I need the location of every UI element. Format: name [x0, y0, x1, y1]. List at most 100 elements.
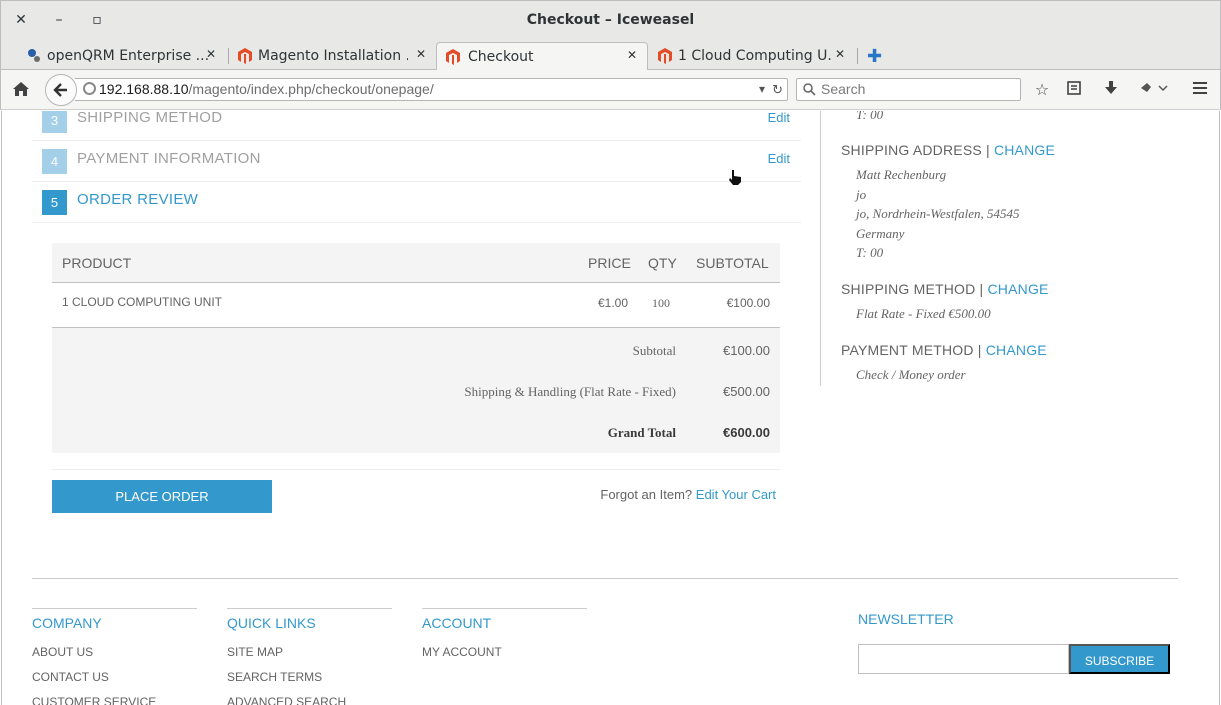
- grand-total-label: Grand Total: [607, 425, 676, 440]
- address-line: jo: [856, 187, 867, 202]
- tab-cloud-computing[interactable]: 1 Cloud Computing U... ✕: [649, 42, 855, 70]
- edit-shipping-method-link[interactable]: Edit: [768, 111, 790, 125]
- section-label: SHIPPING METHOD |: [841, 281, 984, 297]
- forgot-item-text: Forgot an Item? Edit Your Cart: [600, 487, 776, 502]
- column-header-price: PRICE: [588, 255, 631, 271]
- window-title: Checkout – Iceweasel: [526, 12, 695, 28]
- footer-account-title: ACCOUNT: [422, 615, 492, 631]
- address-city-region: jo, Nordrhein-Westfalen, 54545: [856, 206, 1020, 221]
- nav-toolbar: 192.168.88.10/magento/index.php/checkout…: [0, 70, 1221, 110]
- product-qty: 100: [652, 296, 670, 310]
- step-order-review: 5 ORDER REVIEW: [32, 182, 801, 223]
- product-subtotal: €100.00: [726, 296, 770, 310]
- tab-separator: [857, 48, 858, 64]
- close-tab-icon[interactable]: ✕: [206, 47, 216, 61]
- address-phone: T: 00: [856, 245, 884, 260]
- column-header-qty: QTY: [648, 255, 677, 271]
- tab-label: Magento Installation ...: [258, 48, 408, 64]
- product-price: €1.00: [597, 296, 628, 310]
- step-title: ORDER REVIEW: [77, 191, 199, 208]
- step-number: 5: [42, 190, 67, 215]
- home-icon[interactable]: [11, 80, 31, 100]
- order-totals: Subtotal €100.00 Shipping & Handling (Fl…: [52, 328, 780, 453]
- place-order-button[interactable]: PLACE ORDER: [52, 480, 272, 513]
- tab-checkout[interactable]: Checkout ✕: [436, 42, 648, 71]
- column-header-product: PRODUCT: [62, 255, 132, 271]
- close-tab-icon[interactable]: ✕: [416, 47, 426, 61]
- back-button[interactable]: [45, 74, 77, 106]
- checkout-progress-sidebar: T: 00 SHIPPING ADDRESS | CHANGE Matt Rec…: [820, 111, 1180, 386]
- footer-link-contact-us[interactable]: CONTACT US: [32, 670, 109, 684]
- footer-link-site-map[interactable]: SITE MAP: [227, 645, 283, 659]
- subscribe-button[interactable]: SUBSCRIBE: [1069, 644, 1170, 674]
- reading-list-icon[interactable]: [1064, 80, 1084, 100]
- shipping-method-heading: SHIPPING METHOD | CHANGE: [841, 281, 1049, 297]
- billing-phone: T: 00: [856, 111, 884, 122]
- reload-icon[interactable]: ↻: [772, 79, 783, 100]
- tab-label: openQRM Enterprise ...: [47, 48, 210, 64]
- footer-link-search-terms[interactable]: SEARCH TERMS: [227, 670, 322, 684]
- close-tab-icon[interactable]: ✕: [627, 48, 637, 62]
- step-number: 3: [42, 111, 67, 133]
- close-tab-icon[interactable]: ✕: [835, 47, 845, 61]
- site-info-icon[interactable]: [83, 82, 96, 95]
- search-bar[interactable]: Search: [796, 78, 1021, 101]
- hand-cursor-icon: [728, 169, 742, 190]
- change-payment-method-link[interactable]: CHANGE: [986, 342, 1047, 358]
- magento-icon: [238, 48, 252, 64]
- change-shipping-address-link[interactable]: CHANGE: [994, 142, 1055, 158]
- payment-method-value: Check / Money order: [856, 367, 966, 382]
- subtotal-label: Subtotal: [632, 343, 676, 358]
- footer-link-my-account[interactable]: MY ACCOUNT: [422, 645, 502, 659]
- tab-openqrm[interactable]: openQRM Enterprise ... ✕: [18, 42, 226, 70]
- address-country: Germany: [856, 226, 905, 241]
- section-label: PAYMENT METHOD |: [841, 342, 982, 358]
- footer-company: COMPANY ABOUT US CONTACT US CUSTOMER SER…: [32, 608, 197, 705]
- footer-link-customer-service[interactable]: CUSTOMER SERVICE: [32, 695, 156, 705]
- edit-cart-link[interactable]: Edit Your Cart: [696, 487, 776, 502]
- shipping-value: €500.00: [723, 384, 770, 399]
- page-content: 3 SHIPPING METHOD Edit 4 PAYMENT INFORMA…: [1, 111, 1220, 705]
- search-icon: [803, 79, 816, 102]
- footer-quick-links-title: QUICK LINKS: [227, 615, 316, 631]
- tab-magento-installation[interactable]: Magento Installation ... ✕: [229, 42, 434, 70]
- shipping-method-value: Flat Rate - Fixed €500.00: [856, 306, 991, 321]
- change-shipping-method-link[interactable]: CHANGE: [987, 281, 1048, 297]
- footer-link-advanced-search[interactable]: ADVANCED SEARCH: [227, 695, 346, 705]
- newsletter-email-input[interactable]: [858, 644, 1069, 674]
- column-header-subtotal: SUBTOTAL: [696, 255, 769, 271]
- footer-account: ACCOUNT MY ACCOUNT: [422, 608, 587, 659]
- shipping-label: Shipping & Handling (Flat Rate - Fixed): [464, 384, 676, 399]
- payment-method-heading: PAYMENT METHOD | CHANGE: [841, 342, 1047, 358]
- search-input: Search: [821, 81, 866, 97]
- chevron-down-icon[interactable]: ▾: [759, 79, 765, 100]
- address-name: Matt Rechenburg: [856, 167, 947, 182]
- table-header: PRODUCT PRICE QTY SUBTOTAL: [52, 243, 780, 283]
- extension-icon[interactable]: [1137, 80, 1171, 100]
- footer-link-about-us[interactable]: ABOUT US: [32, 645, 93, 659]
- openqrm-icon: [28, 49, 40, 62]
- download-icon[interactable]: [1101, 80, 1121, 100]
- checkout-buttons: PLACE ORDER Forgot an Item? Edit Your Ca…: [52, 469, 780, 513]
- url-path: /magento/index.php/checkout/onepage/: [188, 81, 434, 97]
- new-tab-icon[interactable]: ✚: [867, 46, 882, 67]
- grand-total-value: €600.00: [723, 425, 770, 440]
- forgot-item-label: Forgot an Item?: [600, 487, 693, 502]
- footer-divider: [32, 578, 1178, 579]
- shipping-address-heading: SHIPPING ADDRESS | CHANGE: [841, 142, 1055, 158]
- subtotal-value: €100.00: [723, 343, 770, 358]
- menu-icon[interactable]: [1190, 80, 1210, 100]
- step-title: PAYMENT INFORMATION: [77, 150, 261, 167]
- url-host: 192.168.88.10: [99, 81, 189, 97]
- step-payment-information[interactable]: 4 PAYMENT INFORMATION Edit: [32, 141, 801, 182]
- window-titlebar: ✕ – ▫ Checkout – Iceweasel: [0, 0, 1221, 40]
- magento-icon: [446, 49, 460, 65]
- tab-label: 1 Cloud Computing U...: [678, 48, 833, 64]
- step-shipping-method[interactable]: 3 SHIPPING METHOD Edit: [32, 111, 801, 141]
- bookmark-star-icon[interactable]: ☆: [1032, 80, 1052, 100]
- table-row: 1 CLOUD COMPUTING UNIT €1.00 100 €100.00: [52, 283, 780, 328]
- edit-payment-information-link[interactable]: Edit: [768, 151, 790, 166]
- url-bar[interactable]: 192.168.88.10/magento/index.php/checkout…: [75, 78, 788, 101]
- back-arrow-icon: [53, 83, 67, 97]
- step-title: SHIPPING METHOD: [77, 111, 223, 126]
